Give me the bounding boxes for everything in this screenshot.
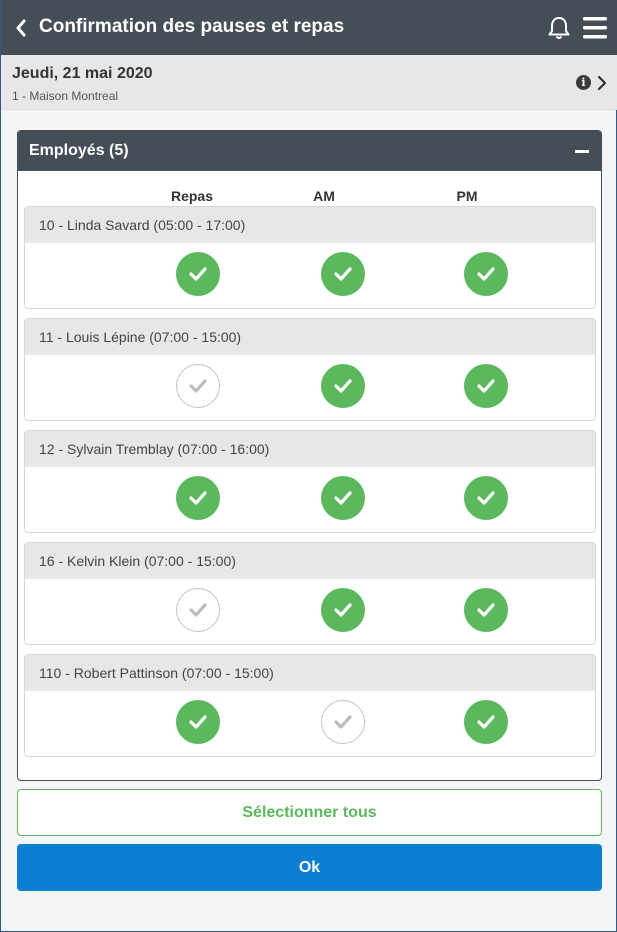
location-label: 1 - Maison Montreal [12,89,119,103]
checkmark-icon [477,379,495,393]
back-button[interactable] [9,14,33,42]
checkmark-icon [477,603,495,617]
employee-row: 12 - Sylvain Tremblay (07:00 - 16:00) [24,430,596,533]
column-header-am: AM [313,188,335,204]
am-checkbox[interactable] [321,252,365,296]
checkmark-icon [477,491,495,505]
column-header-repas: Repas [170,188,214,204]
employee-label: 12 - Sylvain Tremblay (07:00 - 16:00) [25,431,595,467]
employee-row: 10 - Linda Savard (05:00 - 17:00) [24,206,596,309]
menu-button[interactable] [581,14,609,42]
checkmark-icon [334,491,352,505]
chevron-left-icon [16,19,26,37]
checkmark-icon [189,267,207,281]
hamburger-menu-icon [583,17,607,39]
pm-checkbox[interactable] [464,588,508,632]
checkmark-icon [334,603,352,617]
date-label: Jeudi, 21 mai 2020 [12,65,153,82]
checkmark-icon [334,379,352,393]
ok-button[interactable]: Ok [17,844,602,891]
bell-icon [548,17,570,39]
collapse-icon[interactable] [575,150,589,153]
repas-checkbox[interactable] [176,588,220,632]
pm-checkbox[interactable] [464,700,508,744]
repas-checkbox[interactable] [176,476,220,520]
repas-checkbox[interactable] [176,700,220,744]
employee-row: 16 - Kelvin Klein (07:00 - 15:00) [24,542,596,645]
checkmark-icon [477,715,495,729]
checkmark-icon [334,267,352,281]
panel-title: Employés (5) [29,142,129,159]
top-bar: Confirmation des pauses et repas [1,0,617,55]
employee-row: 11 - Louis Lépine (07:00 - 15:00) [24,318,596,421]
pm-checkbox[interactable] [464,252,508,296]
checkmark-icon [189,491,207,505]
checkmark-icon [189,379,207,393]
employee-label: 16 - Kelvin Klein (07:00 - 15:00) [25,543,595,579]
repas-checkbox[interactable] [176,364,220,408]
employee-label: 10 - Linda Savard (05:00 - 17:00) [25,207,595,243]
am-checkbox[interactable] [321,476,365,520]
select-all-button[interactable]: Sélectionner tous [17,789,602,836]
info-icon[interactable]: i [576,75,591,90]
am-checkbox[interactable] [321,588,365,632]
am-checkbox[interactable] [321,700,365,744]
checkmark-icon [189,715,207,729]
pm-checkbox[interactable] [464,476,508,520]
employee-row: 110 - Robert Pattinson (07:00 - 15:00) [24,654,596,757]
checkmark-icon [477,267,495,281]
app-frame: Confirmation des pauses et repas Jeudi, … [0,0,617,932]
page-title: Confirmation des pauses et repas [39,16,345,37]
column-header-pm: PM [456,188,478,204]
next-button[interactable] [595,74,609,92]
pm-checkbox[interactable] [464,364,508,408]
notifications-button[interactable] [545,14,573,42]
date-bar: Jeudi, 21 mai 2020 1 - Maison Montreal i [1,55,617,110]
employee-label: 11 - Louis Lépine (07:00 - 15:00) [25,319,595,355]
chevron-right-icon [597,75,607,91]
repas-checkbox[interactable] [176,252,220,296]
checkmark-icon [334,715,352,729]
panel-header: Employés (5) [18,131,601,171]
am-checkbox[interactable] [321,364,365,408]
checkmark-icon [189,603,207,617]
employees-panel: Employés (5) Repas AM PM 10 - Linda Sava… [17,130,602,781]
employee-label: 110 - Robert Pattinson (07:00 - 15:00) [25,655,595,691]
